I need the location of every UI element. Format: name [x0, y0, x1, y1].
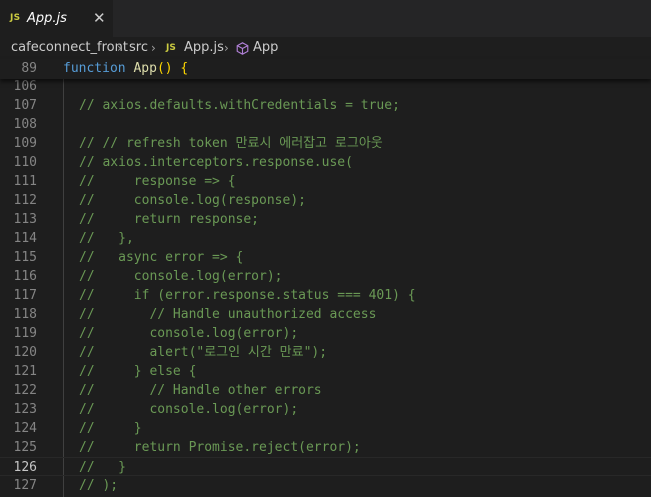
line-number: 110 — [13, 155, 37, 170]
comment-text: // console.log(error); — [79, 269, 283, 284]
line-number: 117 — [13, 288, 37, 303]
code-line[interactable]: 109 // // refresh token 만료시 에러잡고 로그아웃 — [0, 134, 651, 153]
sticky-code: function App() { — [63, 61, 188, 76]
punctuation-token: () { — [156, 61, 189, 76]
chevron-right-icon: › — [117, 41, 122, 55]
javascript-file-icon: JS — [166, 43, 176, 53]
breadcrumb-subfolder[interactable]: src — [129, 40, 148, 55]
line-number: 107 — [13, 98, 37, 113]
code-line[interactable]: 114 // }, — [0, 229, 651, 248]
keyword-token: function — [63, 61, 126, 76]
comment-text: // } — [79, 421, 142, 436]
line-number: 108 — [13, 117, 37, 132]
code-line[interactable]: 123 // console.log(error); — [0, 400, 651, 419]
comment-text: // alert("로그인 시간 만료"); — [79, 345, 328, 360]
code-line[interactable]: 124 // } — [0, 419, 651, 438]
line-number: 125 — [13, 440, 37, 455]
line-number: 114 — [13, 231, 37, 246]
javascript-file-icon: JS — [10, 13, 21, 23]
line-number: 127 — [13, 478, 37, 493]
comment-text: // // refresh token 만료시 에러잡고 로그아웃 — [79, 136, 383, 151]
code-line[interactable]: 113 // return response; — [0, 210, 651, 229]
line-number: 115 — [13, 250, 37, 265]
comment-text: // ); — [79, 478, 119, 493]
line-number: 121 — [13, 364, 37, 379]
code-line[interactable]: 111 // response => { — [0, 172, 651, 191]
line-number: 122 — [13, 383, 37, 398]
line-number: 124 — [13, 421, 37, 436]
tab-bar: JS App.js ✕ — [0, 0, 651, 37]
comment-text: // console.log(response); — [79, 193, 306, 208]
code-line[interactable]: 108 — [0, 115, 651, 134]
line-number: 89 — [21, 61, 37, 76]
comment-text: // return response; — [79, 212, 260, 227]
code-line[interactable]: 119 // console.log(error); — [0, 324, 651, 343]
code-line[interactable]: 118 // // Handle unauthorized access — [0, 305, 651, 324]
chevron-right-icon: › — [151, 41, 156, 55]
comment-text: // axios.interceptors.response.use( — [79, 155, 353, 170]
comment-text: // // Handle unauthorized access — [79, 307, 377, 322]
line-number: 126 — [13, 460, 37, 475]
line-number: 118 — [13, 307, 37, 322]
comment-text: // return Promise.reject(error); — [79, 440, 361, 455]
code-line[interactable]: 106 — [0, 79, 651, 96]
code-editor[interactable]: 106 107 // axios.defaults.withCredentials … — [0, 79, 651, 497]
breadcrumb-folder[interactable]: cafeconnect_front — [11, 40, 128, 55]
tab-label: App.js — [27, 11, 67, 26]
breadcrumb-file[interactable]: App.js — [184, 40, 224, 55]
close-icon[interactable]: ✕ — [93, 9, 106, 27]
comment-text: // } else { — [79, 364, 197, 379]
code-line[interactable]: 126 // } — [0, 457, 651, 476]
symbol-method-icon — [236, 42, 249, 55]
line-number: 113 — [13, 212, 37, 227]
line-number: 120 — [13, 345, 37, 360]
line-number: 112 — [13, 193, 37, 208]
code-line[interactable]: 116 // console.log(error); — [0, 267, 651, 286]
comment-text: // // Handle other errors — [79, 383, 322, 398]
function-name-token: App — [133, 61, 157, 76]
line-number: 111 — [13, 174, 37, 189]
tab-app-js[interactable]: JS App.js ✕ — [0, 0, 113, 37]
line-number: 106 — [13, 79, 37, 94]
comment-text: // response => { — [79, 174, 236, 189]
comment-text: // axios.defaults.withCredentials = true… — [79, 98, 400, 113]
line-number: 109 — [13, 136, 37, 151]
comment-text: // console.log(error); — [79, 326, 299, 341]
comment-text: // } — [79, 460, 126, 475]
comment-text: // if (error.response.status === 401) { — [79, 288, 416, 303]
code-line[interactable]: 112 // console.log(response); — [0, 191, 651, 210]
code-line[interactable]: 122 // // Handle other errors — [0, 381, 651, 400]
line-number: 116 — [13, 269, 37, 284]
comment-text: // console.log(error); — [79, 402, 299, 417]
code-line[interactable]: 127 // ); — [0, 476, 651, 495]
line-number: 119 — [13, 326, 37, 341]
code-line[interactable]: 115 // async error => { — [0, 248, 651, 267]
code-line[interactable]: 120 // alert("로그인 시간 만료"); — [0, 343, 651, 362]
code-line[interactable]: 125 // return Promise.reject(error); — [0, 438, 651, 457]
code-line[interactable]: 110 // axios.interceptors.response.use( — [0, 153, 651, 172]
code-line[interactable]: 107 // axios.defaults.withCredentials = t… — [0, 96, 651, 115]
breadcrumb: cafeconnect_front › src › JS App.js › Ap… — [0, 37, 651, 59]
line-number: 123 — [13, 402, 37, 417]
chevron-right-icon: › — [224, 41, 229, 55]
code-line[interactable]: 121 // } else { — [0, 362, 651, 381]
breadcrumb-symbol[interactable]: App — [253, 40, 278, 55]
sticky-scroll-line[interactable]: 89 function App() { — [0, 59, 651, 79]
comment-text: // async error => { — [79, 250, 244, 265]
code-line[interactable]: 117 // if (error.response.status === 401)… — [0, 286, 651, 305]
comment-text: // }, — [79, 231, 134, 246]
